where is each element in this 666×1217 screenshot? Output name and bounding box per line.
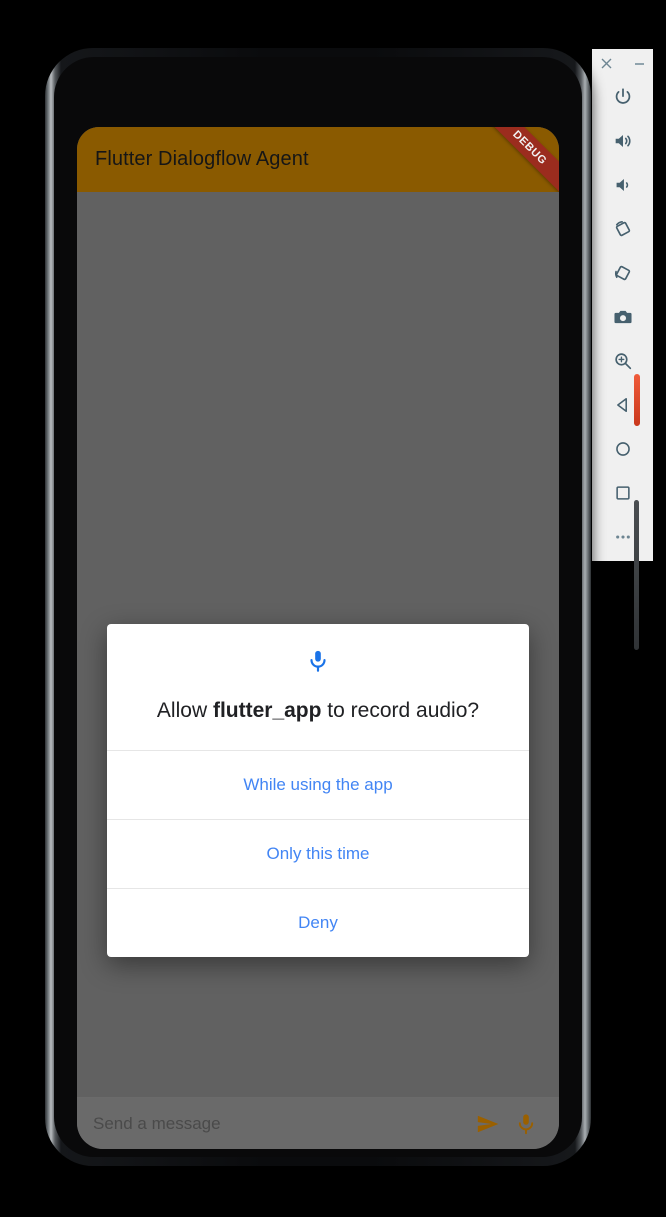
permission-message-app: flutter_app <box>212 699 322 722</box>
debug-banner: DEBUG <box>475 127 559 192</box>
emulator-window: Flutter Dialogflow Agent DEBUG Allow flu… <box>0 0 666 1217</box>
permission-message-prefix: Allow <box>156 699 213 722</box>
message-input[interactable]: Send a message <box>93 1114 469 1134</box>
permission-dialog: Allow flutter_app to record audio? While… <box>107 624 529 958</box>
emulator-toolbar <box>592 49 653 561</box>
phone-screen: Flutter Dialogflow Agent DEBUG Allow flu… <box>77 127 559 1149</box>
hardware-power-button[interactable] <box>634 374 640 426</box>
screenshot-button[interactable] <box>601 295 645 339</box>
phone-device-frame: Flutter Dialogflow Agent DEBUG Allow flu… <box>45 48 640 1166</box>
window-controls <box>592 49 653 73</box>
chat-message-list: Allow flutter_app to record audio? While… <box>77 192 559 1097</box>
microphone-icon <box>305 648 331 679</box>
permission-message-suffix: to record audio? <box>321 699 480 722</box>
permission-dialog-message: Allow flutter_app to record audio? <box>157 697 479 724</box>
page-title: Flutter Dialogflow Agent <box>95 148 309 170</box>
microphone-icon[interactable] <box>507 1105 545 1143</box>
volume-up-button[interactable] <box>601 119 645 163</box>
permission-allow-while-using-button[interactable]: While using the app <box>107 750 529 819</box>
permission-deny-button[interactable]: Deny <box>107 888 529 957</box>
send-icon[interactable] <box>469 1105 507 1143</box>
hardware-volume-rocker[interactable] <box>634 500 639 650</box>
minimize-icon[interactable] <box>631 55 647 71</box>
app-bar: Flutter Dialogflow Agent DEBUG <box>77 127 559 192</box>
close-icon[interactable] <box>598 55 614 71</box>
power-button[interactable] <box>601 75 645 119</box>
rotate-right-button[interactable] <box>601 251 645 295</box>
home-button[interactable] <box>601 427 645 471</box>
rotate-left-button[interactable] <box>601 207 645 251</box>
phone-bezel: Flutter Dialogflow Agent DEBUG Allow flu… <box>54 57 582 1157</box>
message-input-bar: Send a message <box>77 1097 559 1149</box>
permission-allow-once-button[interactable]: Only this time <box>107 819 529 888</box>
debug-banner-label: DEBUG <box>510 128 550 167</box>
volume-down-button[interactable] <box>601 163 645 207</box>
permission-dialog-header: Allow flutter_app to record audio? <box>107 624 529 750</box>
